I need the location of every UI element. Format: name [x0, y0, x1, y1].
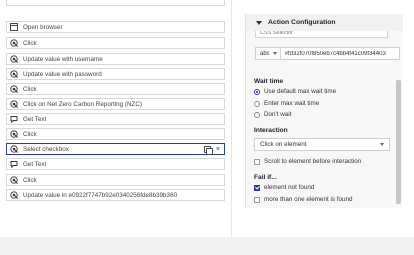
click-target-icon: [10, 100, 18, 108]
step-label: Click: [23, 85, 37, 93]
scroll-to-element-checkbox[interactable]: Scroll to element before interaction: [254, 158, 361, 165]
get-text-icon: [10, 160, 18, 168]
checkbox-label: Scroll to element before interaction: [264, 158, 362, 165]
checkbox-label: element not found: [264, 184, 315, 191]
step-label: Click: [23, 39, 37, 47]
value-type-label: abc: [260, 50, 270, 57]
radio-empty-icon: [254, 111, 260, 118]
checkbox-empty-icon: [254, 196, 260, 203]
step-label: Click: [23, 130, 37, 138]
radio-empty-icon: [254, 100, 260, 107]
bottom-bar: [0, 237, 414, 255]
fail-multiple-found-checkbox[interactable]: more than one element is found: [254, 196, 353, 203]
step-actions: ×: [203, 145, 220, 155]
panel-title: Action Configuration: [268, 19, 336, 26]
step-item[interactable]: Get Text: [6, 158, 225, 170]
radio-label: Don't wait: [264, 111, 292, 118]
browser-window-icon: [10, 23, 18, 31]
step-item[interactable]: Click: [6, 128, 225, 140]
click-target-icon: [10, 70, 18, 78]
selector-value-input[interactable]: #fd32f070f850eb7c4bb4f41c09f34403: [281, 51, 386, 57]
step-label: Get Text: [23, 160, 47, 168]
step-item[interactable]: Click: [6, 83, 225, 95]
checkbox-empty-icon: [254, 158, 260, 165]
step-label: Update value with username: [23, 55, 103, 63]
step-label: Open browser: [23, 23, 63, 31]
selector-value-row: abc #fd32f070f850eb7c4bb4f41c09f34403: [255, 47, 400, 60]
panel-scrollbar[interactable]: [396, 80, 401, 204]
click-target-icon: [10, 176, 18, 184]
click-target-icon: [10, 55, 18, 63]
fail-if-title: Fail if...: [254, 174, 277, 181]
interaction-select[interactable]: Click on element: [254, 138, 390, 151]
wait-enter-radio[interactable]: Enter max wait time: [254, 100, 319, 107]
step-item[interactable]: Click on Net Zero Carbon Reporting (NZC): [6, 98, 225, 110]
collapse-caret-icon[interactable]: [256, 20, 262, 25]
step-label: Update value in e0922f7747b92e0340256fde…: [23, 191, 178, 199]
radio-label: Use default max wait time: [264, 88, 337, 95]
wait-default-radio[interactable]: Use default max wait time: [254, 88, 336, 95]
checkbox-label: more than one element is found: [264, 196, 353, 203]
step-item-selected[interactable]: Select checkbox ×: [6, 143, 225, 155]
copy-icon[interactable]: [203, 146, 213, 155]
fail-not-found-checkbox[interactable]: element not found: [254, 184, 314, 191]
step-label: Select checkbox: [23, 145, 69, 153]
step-item-clipped[interactable]: [6, 0, 225, 6]
interaction-title: Interaction: [254, 127, 288, 134]
action-configuration-panel: Action Configuration CSS Selector abc #f…: [245, 14, 403, 208]
step-item[interactable]: Update value with password: [6, 68, 225, 80]
step-label: Update value with password: [23, 70, 102, 78]
get-text-icon: [10, 115, 18, 123]
value-type-dropdown[interactable]: abc: [256, 48, 281, 59]
chevron-down-icon: [272, 52, 277, 55]
chevron-down-icon: [380, 143, 384, 146]
click-target-icon: [10, 145, 18, 153]
delete-icon[interactable]: ×: [216, 145, 220, 154]
panel-header[interactable]: Action Configuration: [246, 14, 403, 31]
click-target-icon: [10, 85, 18, 93]
radio-selected-icon: [254, 88, 260, 95]
interaction-selected-value: Click on element: [260, 141, 307, 148]
wait-none-radio[interactable]: Don't wait: [254, 111, 291, 118]
click-target-icon: [10, 39, 18, 47]
click-target-icon: [10, 191, 18, 199]
step-label: Click: [23, 176, 37, 184]
step-item[interactable]: Open browser: [6, 21, 225, 33]
step-item[interactable]: Click: [6, 174, 225, 186]
step-item[interactable]: Update value with username: [6, 53, 225, 65]
checkbox-checked-icon: [254, 184, 260, 191]
radio-label: Enter max wait time: [264, 100, 320, 107]
panel-divider: [231, 0, 232, 237]
wait-time-title: Wait time: [254, 78, 284, 85]
step-item[interactable]: Get Text: [6, 113, 225, 125]
step-label: Get Text: [23, 115, 47, 123]
step-item[interactable]: Update value in e0922f7747b92e0340256fde…: [6, 189, 225, 201]
step-label: Click on Net Zero Carbon Reporting (NZC): [23, 100, 142, 108]
selector-type-dropdown[interactable]: CSS Selector: [255, 31, 388, 38]
step-item[interactable]: Click: [6, 37, 225, 49]
screen: Open browser Click Update value with use…: [0, 0, 414, 255]
click-target-icon: [10, 130, 18, 138]
step-list: Open browser Click Update value with use…: [6, 0, 225, 206]
